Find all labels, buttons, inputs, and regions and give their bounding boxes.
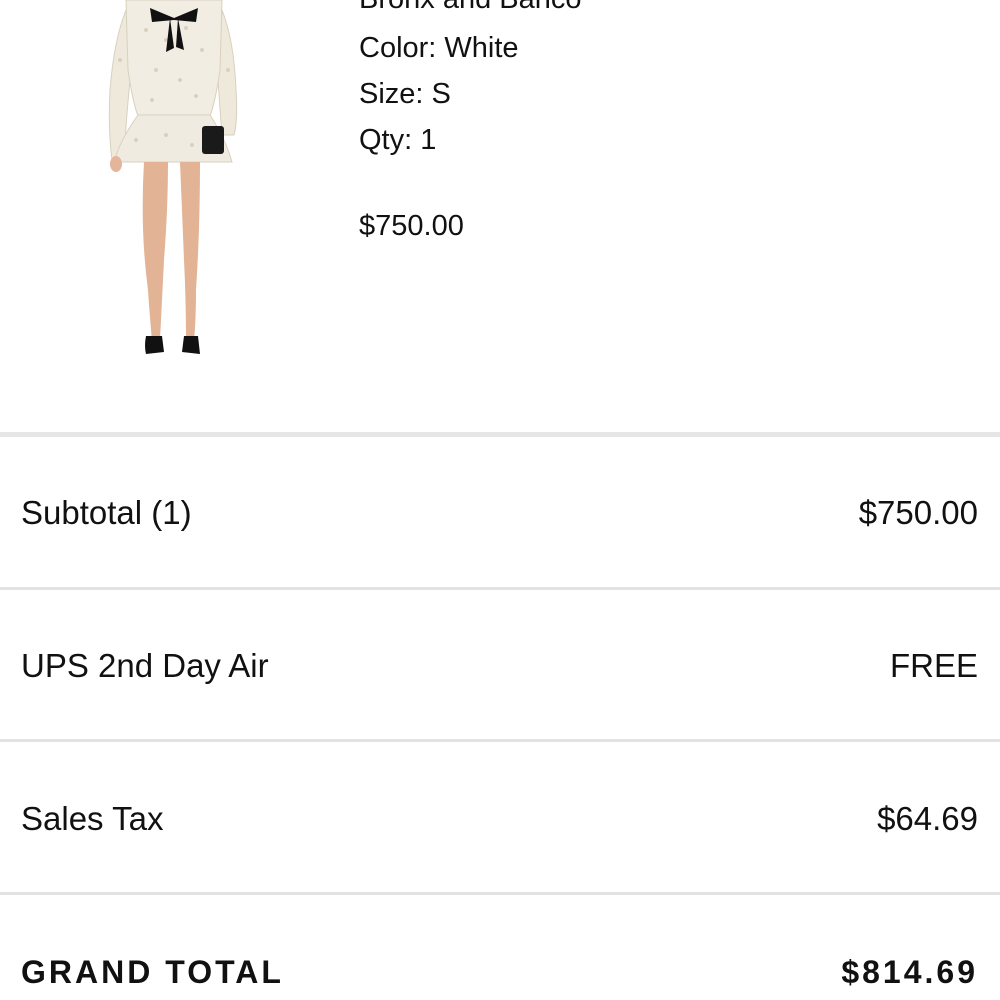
subtotal-value: $750.00 (858, 494, 978, 531)
dress-model-photo (108, 0, 238, 354)
product-brand[interactable]: Bronx and Banco (359, 0, 581, 16)
product-image[interactable] (96, 0, 252, 366)
grand-total-label: GRAND TOTAL (21, 954, 284, 990)
subtotal-label: Subtotal (1) (21, 494, 192, 531)
product-color: Color: White (359, 32, 519, 64)
shipping-row: UPS 2nd Day Air FREE (0, 590, 1000, 740)
order-summary-page: Bronx and Banco Color: White Size: S Qty… (0, 0, 1000, 1000)
shipping-method-label: UPS 2nd Day Air (21, 647, 269, 684)
product-quantity: Qty: 1 (359, 124, 437, 156)
subtotal-row: Subtotal (1) $750.00 (0, 437, 1000, 587)
grand-total-row: GRAND TOTAL $814.69 (0, 895, 1000, 1000)
shipping-cost-value: FREE (889, 647, 978, 684)
product-size: Size: S (359, 78, 451, 110)
grand-total-value: $814.69 (841, 954, 978, 990)
product-price: $750.00 (359, 210, 464, 242)
sales-tax-row: Sales Tax $64.69 (0, 742, 1000, 892)
sales-tax-label: Sales Tax (21, 800, 164, 837)
cart-item: Bronx and Banco Color: White Size: S Qty… (0, 0, 1000, 434)
sales-tax-value: $64.69 (877, 800, 978, 837)
